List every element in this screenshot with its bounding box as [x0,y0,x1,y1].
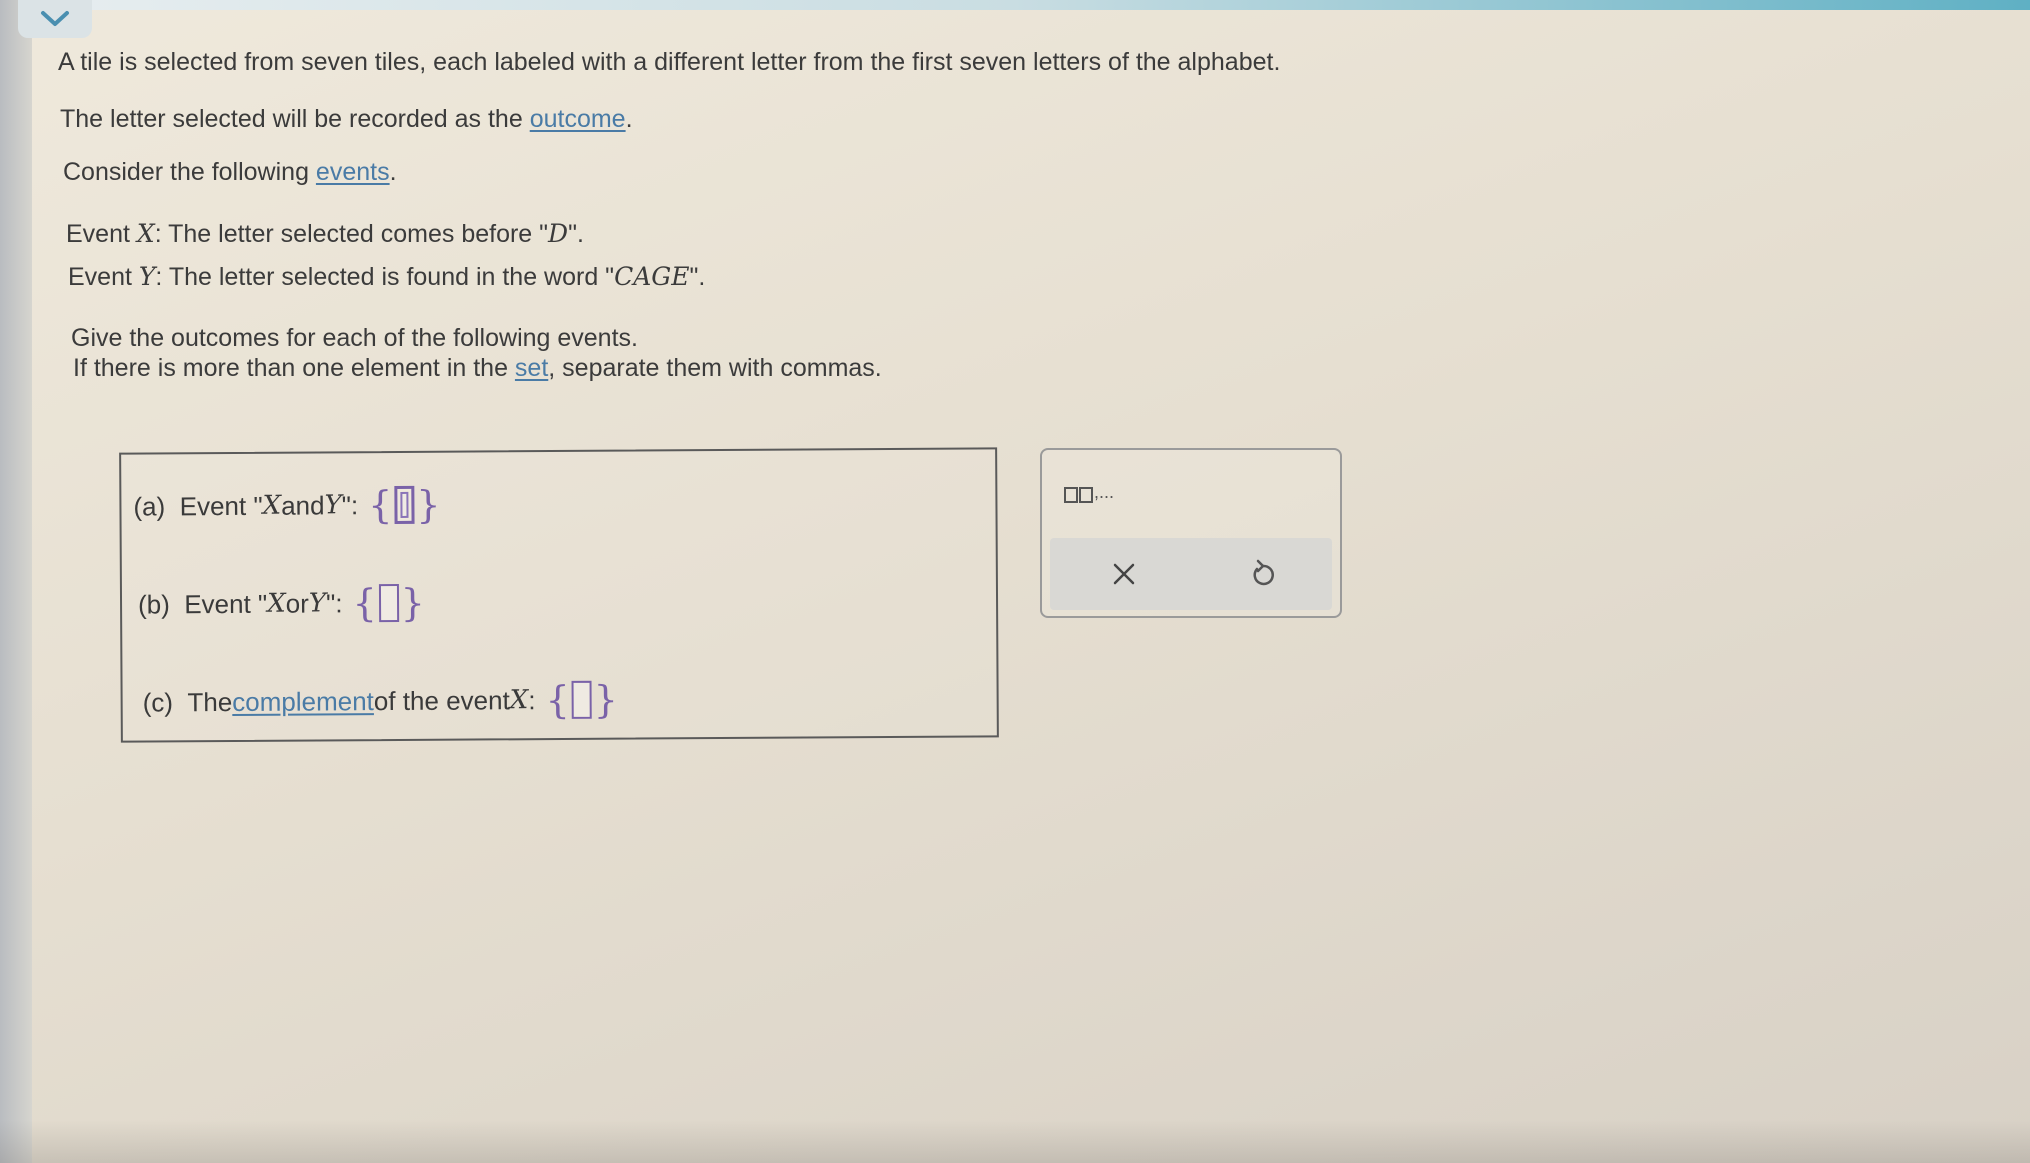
set-template-icon [1064,487,1078,503]
screen-left-edge [0,0,32,1163]
part-c-mid: of the event [373,684,510,716]
answer-panel: (a) Event " X and Y ": {} (b) Event " X or… [119,447,999,743]
event-x-var: X [136,219,155,248]
set-link[interactable]: set [515,354,548,382]
open-brace: { [352,581,377,626]
outcome-link[interactable]: outcome [530,105,626,133]
close-brace: } [400,580,426,625]
event-x-end: ". [568,220,584,248]
part-b-mid: or [285,588,309,619]
event-y-word: CAGE [614,262,690,291]
outcome-line-suffix: . [625,105,633,133]
event-x-prefix: Event [66,220,137,248]
open-brace: { [545,677,570,723]
undo-icon[interactable] [1248,558,1278,590]
part-c-label: (c) [142,686,174,718]
part-a-set-input[interactable]: {} [368,483,441,527]
close-brace: } [593,677,619,722]
question-intro-text: A tile is selected from seven tiles, eac… [58,48,1281,76]
question-events-line: Consider the following events. [63,158,397,187]
event-y-end: ". [689,263,706,291]
instruction-line-1: Give the outcomes for each of the follow… [71,324,638,353]
outcome-line-text: The letter selected will be recorded as … [60,105,530,133]
part-a: (a) Event " X and Y ": {} [133,483,440,529]
part-b-post: ": [325,587,343,618]
question-intro: A tile is selected from seven tiles, eac… [58,48,1280,77]
open-brace: { [368,483,393,528]
instruction-text-1: Give the outcomes for each of the follow… [71,324,638,352]
event-y-prefix: Event [68,263,139,291]
part-a-answer-box[interactable] [394,485,415,525]
instruction-text-2: If there is more than one element in the [73,354,515,382]
event-x-letter: D [548,219,569,248]
part-a-post: ": [341,489,359,520]
event-y-definition: Event Y: The letter selected is found in… [68,262,705,292]
complement-link[interactable]: complement [232,686,374,718]
set-template-icon [1079,487,1093,503]
part-b-answer-box[interactable] [378,583,399,623]
question-outcome-line: The letter selected will be recorded as … [60,105,633,134]
math-toolbar: ,... [1040,448,1342,618]
part-a-var1: X [262,490,282,521]
part-b-set-input[interactable]: {} [352,581,425,625]
part-c: (c) The complement of the event X: {} [143,678,618,725]
part-b-label: (b) [137,588,170,620]
event-y-var: Y [138,262,156,291]
bottom-shadow [0,1120,2030,1163]
x-icon[interactable] [1110,560,1138,588]
part-a-var2: Y [324,490,342,521]
event-x-text: : The letter selected comes before " [154,220,549,248]
part-c-post: : [528,684,536,715]
part-b-var2: Y [308,588,327,619]
events-line-suffix: . [389,158,397,186]
part-a-mid: and [281,489,325,521]
part-a-label: (a) [133,490,166,522]
part-c-answer-box[interactable] [571,680,592,719]
part-b-var1: X [267,588,286,619]
event-y-text: : The letter selected is found in the wo… [155,263,615,291]
part-b: (b) Event " X or Y ": {} [138,581,425,627]
collapse-button[interactable] [18,0,92,38]
chevron-down-icon [41,11,69,26]
instruction-line-2: If there is more than one element in the… [73,354,882,383]
event-x-definition: Event X: The letter selected comes befor… [66,219,584,249]
part-c-pre: The [187,686,233,717]
set-template-label: ,... [1094,482,1115,502]
part-a-pre: Event " [179,490,263,521]
part-c-set-input[interactable]: {} [545,678,618,722]
top-accent-bar [0,0,2030,10]
close-brace: } [416,482,441,527]
set-template-button[interactable]: ,... [1064,482,1114,503]
toolbar-actions [1050,538,1332,610]
instruction-text-2-suffix: , separate them with commas. [548,354,882,382]
part-c-var1: X [509,685,529,716]
events-line-text: Consider the following [63,158,316,186]
events-link[interactable]: events [316,158,390,186]
part-b-pre: Event " [184,588,268,619]
